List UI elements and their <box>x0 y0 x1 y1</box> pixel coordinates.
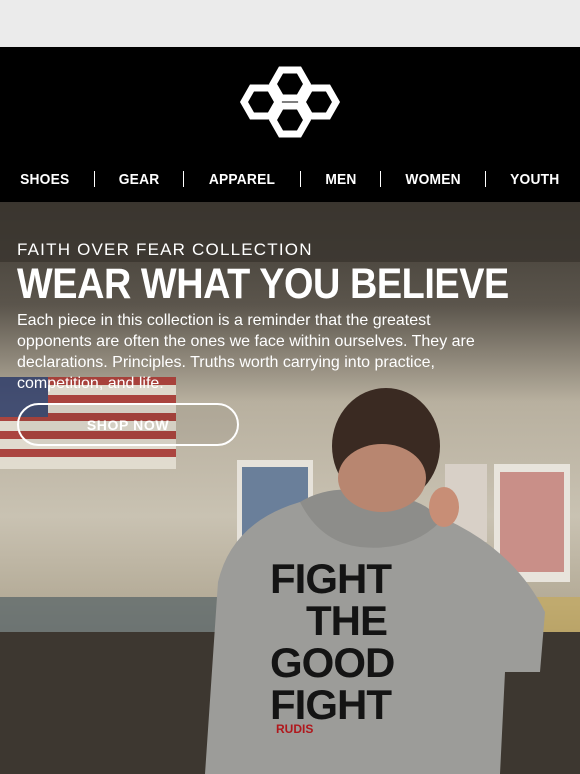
hoodie-brand-text: RUDIS <box>276 722 314 736</box>
nav-item-men[interactable]: MEN <box>325 171 356 188</box>
nav-divider <box>300 171 302 187</box>
nav-divider <box>379 171 381 187</box>
nav-divider <box>93 171 95 187</box>
hoodie-print: FIGHT THE GOOD FIGHT <box>270 558 420 726</box>
main-nav: SHOES GEAR APPAREL MEN WOMEN YOUTH <box>0 167 580 191</box>
hero-banner[interactable]: FIGHT THE GOOD FIGHT RUDIS FAITH OVER FE… <box>0 202 580 774</box>
nav-item-youth[interactable]: YOUTH <box>511 171 560 188</box>
nav-item-gear[interactable]: GEAR <box>119 171 160 188</box>
email-top-margin <box>0 0 580 46</box>
hoodie-text-line: FIGHT <box>270 555 392 602</box>
nav-divider <box>485 171 487 187</box>
shop-now-button[interactable]: SHOP NOW <box>17 403 239 446</box>
hoodie-text-line: GOOD <box>270 639 395 686</box>
hero-text-block: FAITH OVER FEAR COLLECTION WEAR WHAT YOU… <box>17 240 509 394</box>
hoodie-text-line: FIGHT <box>270 681 392 728</box>
nav-item-apparel[interactable]: APPAREL <box>209 171 275 188</box>
hexagon-cluster-logo-icon[interactable] <box>238 66 342 138</box>
hero-headline: WEAR WHAT YOU BELIEVE <box>17 260 509 308</box>
collection-eyebrow: FAITH OVER FEAR COLLECTION <box>17 240 313 259</box>
nav-divider <box>183 171 185 187</box>
nav-item-shoes[interactable]: SHOES <box>20 171 69 188</box>
hoodie-text-line: THE <box>306 597 388 644</box>
hero-body-copy: Each piece in this collection is a remin… <box>17 312 475 392</box>
nav-item-women[interactable]: WOMEN <box>405 171 460 188</box>
